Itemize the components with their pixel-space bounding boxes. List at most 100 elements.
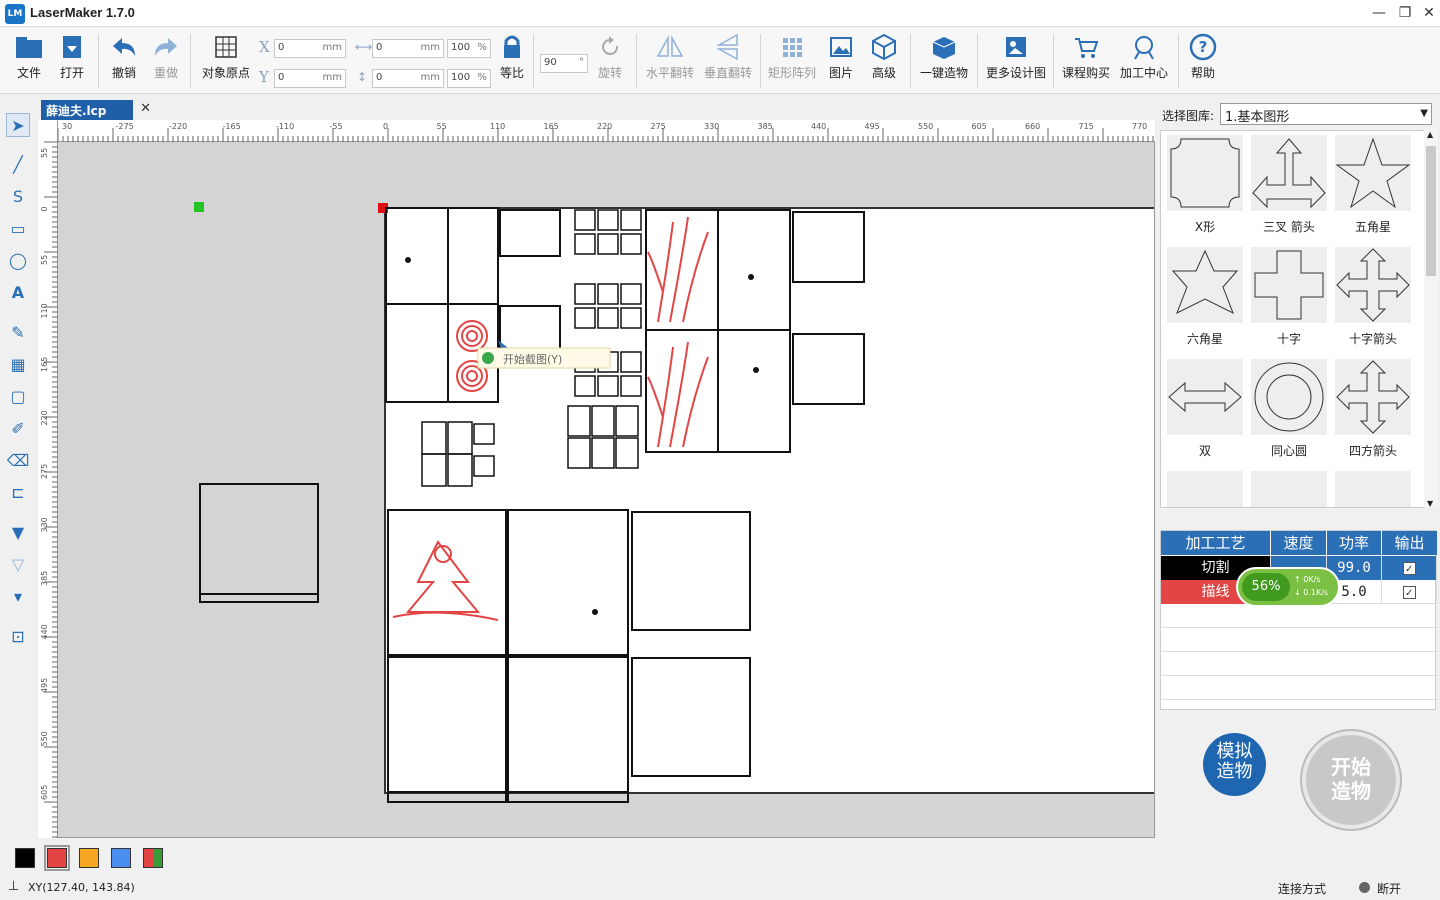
y-unit: mm xyxy=(322,72,342,83)
line-tool-icon[interactable]: ╱ xyxy=(6,153,30,177)
shape-rounded-partial[interactable] xyxy=(1165,471,1245,507)
rounded-rect-tool-icon[interactable]: ▢ xyxy=(6,385,30,409)
object-origin-button[interactable]: 对象原点 xyxy=(198,32,254,88)
curve-tool-icon[interactable]: S xyxy=(6,185,30,209)
empty-row xyxy=(1161,676,1437,700)
text-tool-icon[interactable]: A xyxy=(6,281,30,305)
redo-button[interactable]: 重做 xyxy=(149,32,183,88)
shape-parallelogram-partial[interactable] xyxy=(1249,471,1329,507)
ruler-tick-label: -110 xyxy=(276,122,294,131)
work-area xyxy=(384,207,1154,794)
shape-five-star-label: 五角星 xyxy=(1354,220,1391,234)
rotate-angle-input[interactable]: 90 ° xyxy=(540,54,588,73)
speed-header: 速度 xyxy=(1271,531,1327,555)
document-tab[interactable]: 薛迪夫.lcp ✕ xyxy=(41,100,151,120)
file-button[interactable]: 文件 xyxy=(12,32,46,88)
color-swatch-black[interactable] xyxy=(15,848,35,868)
toolbar-divider xyxy=(190,34,191,88)
eraser-tool-icon[interactable]: ⌫ xyxy=(6,449,30,473)
open-button[interactable]: 打开 xyxy=(55,32,89,88)
shape-double-arrow[interactable]: 双 xyxy=(1165,359,1245,464)
shape-five-star[interactable]: 五角星 xyxy=(1333,135,1413,240)
start-make-button[interactable]: 开始 造物 xyxy=(1302,731,1400,829)
toolbox-icon[interactable]: ⊡ xyxy=(6,625,30,649)
ruler-tick-label: 165 xyxy=(40,357,49,372)
output-checkbox[interactable]: ✓ xyxy=(1402,585,1416,599)
shape-circle-partial[interactable] xyxy=(1333,471,1413,507)
object-origin-label: 对象原点 xyxy=(201,66,250,80)
shape-concentric-label: 同心圆 xyxy=(1270,444,1307,458)
close-tab-icon[interactable]: ✕ xyxy=(140,101,151,116)
color-swatch-blue[interactable] xyxy=(111,848,131,868)
rotate-button[interactable]: 旋转 xyxy=(594,32,626,88)
color-swatch-red[interactable] xyxy=(44,845,70,871)
ruler-tick-label: 440 xyxy=(40,624,49,639)
width-percent-input[interactable]: 100% xyxy=(447,39,491,58)
more-designs-button[interactable]: 更多设计图 xyxy=(982,32,1050,88)
color-palette xyxy=(0,840,1440,876)
processing-center-button[interactable]: 加工中心 xyxy=(1116,32,1172,88)
shape-cross-arrow[interactable]: 十字箭头 xyxy=(1333,247,1413,352)
width-input[interactable]: 0 mm xyxy=(372,39,444,58)
toolbar-divider xyxy=(977,34,978,88)
stamp-tool-icon[interactable]: ▽ xyxy=(6,553,30,577)
shape-four-arrow[interactable]: 四方箭头 xyxy=(1333,359,1413,464)
design-canvas[interactable]: 开始截图(Y) xyxy=(58,142,1155,838)
output-checkbox[interactable]: ✓ xyxy=(1402,561,1416,575)
edit-tool-icon[interactable]: ✐ xyxy=(6,417,30,441)
undo-button[interactable]: 撤销 xyxy=(107,32,141,88)
ellipse-tool-icon[interactable]: ◯ xyxy=(6,249,30,273)
align-tool-icon[interactable]: ⊏ xyxy=(6,481,30,505)
color-swatch-orange[interactable] xyxy=(79,848,99,868)
vertical-flip-button[interactable]: 垂直翻转 xyxy=(700,32,756,88)
shape-concentric[interactable]: 同心圆 xyxy=(1249,359,1329,464)
process-output[interactable]: ✓ xyxy=(1382,580,1437,604)
shape-x[interactable]: X形 xyxy=(1165,135,1245,240)
course-purchase-button[interactable]: 课程购买 xyxy=(1058,32,1114,88)
height-input[interactable]: 0 mm xyxy=(372,69,444,88)
ratio-lock-button[interactable]: 等比 xyxy=(497,32,527,88)
color-swatch-multi[interactable] xyxy=(143,848,163,868)
library-label: 选择图库: xyxy=(1162,109,1215,123)
shape-cross[interactable]: 十字 xyxy=(1249,247,1329,352)
restore-icon[interactable]: ❐ xyxy=(1392,2,1418,24)
scroll-up-icon[interactable]: ▲ xyxy=(1427,130,1433,139)
one-click-make-button[interactable]: 一键造物 xyxy=(916,32,972,88)
process-table: 加工工艺 速度 功率 输出 切割 99.0 ✓ 描线 5.0 ✓ xyxy=(1160,530,1437,710)
y-input[interactable]: 0 mm xyxy=(274,69,346,88)
rect-array-button[interactable]: 矩形阵列 xyxy=(764,32,820,88)
ruler-tick-label: 770 xyxy=(1132,122,1147,131)
rectangle-tool-icon[interactable]: ▭ xyxy=(6,217,30,241)
library-scrollbar[interactable]: ▲ ▼ xyxy=(1424,130,1438,508)
library-select[interactable]: 1.基本图形 ▼ xyxy=(1220,103,1432,125)
x-input[interactable]: 0 mm xyxy=(274,39,346,58)
ruler-tool-icon[interactable]: ✎ xyxy=(6,321,30,345)
select-tool-icon[interactable]: ➤ xyxy=(6,113,30,137)
upload-speed-value: 0K/s xyxy=(1303,575,1321,584)
simulate-button[interactable]: 模拟 造物 xyxy=(1203,733,1266,796)
check-circle-icon xyxy=(482,352,494,364)
horizontal-flip-button[interactable]: 水平翻转 xyxy=(642,32,698,88)
connection-mode[interactable]: 连接方式 xyxy=(1278,880,1326,897)
scroll-thumb[interactable] xyxy=(1426,146,1436,276)
advanced-button[interactable]: 高级 xyxy=(868,32,900,88)
close-window-icon[interactable]: ✕ xyxy=(1416,2,1440,24)
trident-arrow-icon xyxy=(1251,135,1327,211)
fill-tool-icon[interactable]: ▼ xyxy=(6,521,30,545)
ruler-tick-label: 55 xyxy=(437,122,447,131)
image-button[interactable]: 图片 xyxy=(826,32,856,88)
process-output[interactable]: ✓ xyxy=(1382,556,1437,580)
trace-tool-icon[interactable]: ▾ xyxy=(6,585,30,609)
shape-six-star[interactable]: 六角星 xyxy=(1165,247,1245,352)
table-tool-icon[interactable]: ▦ xyxy=(6,353,30,377)
undo-label: 撤销 xyxy=(111,66,136,80)
help-button[interactable]: ? 帮助 xyxy=(1186,32,1220,88)
ruler-tick-label: 55 xyxy=(40,148,49,158)
network-monitor-widget[interactable]: 56% ↑ 0K/s ↓ 0.1K/s xyxy=(1236,567,1340,607)
shape-trident-arrow[interactable]: 三叉 箭头 xyxy=(1249,135,1329,240)
horizontal-ruler-ticks: 30 -275 -220 -165 -110 -55 0 55 110 165 220 275 330 3… xyxy=(57,122,1154,142)
minimize-icon[interactable]: — xyxy=(1366,2,1392,24)
height-percent-input[interactable]: 100% xyxy=(447,69,491,88)
scroll-down-icon[interactable]: ▼ xyxy=(1427,499,1433,508)
document-tab-bar: 薛迪夫.lcp ✕ xyxy=(38,100,1155,120)
